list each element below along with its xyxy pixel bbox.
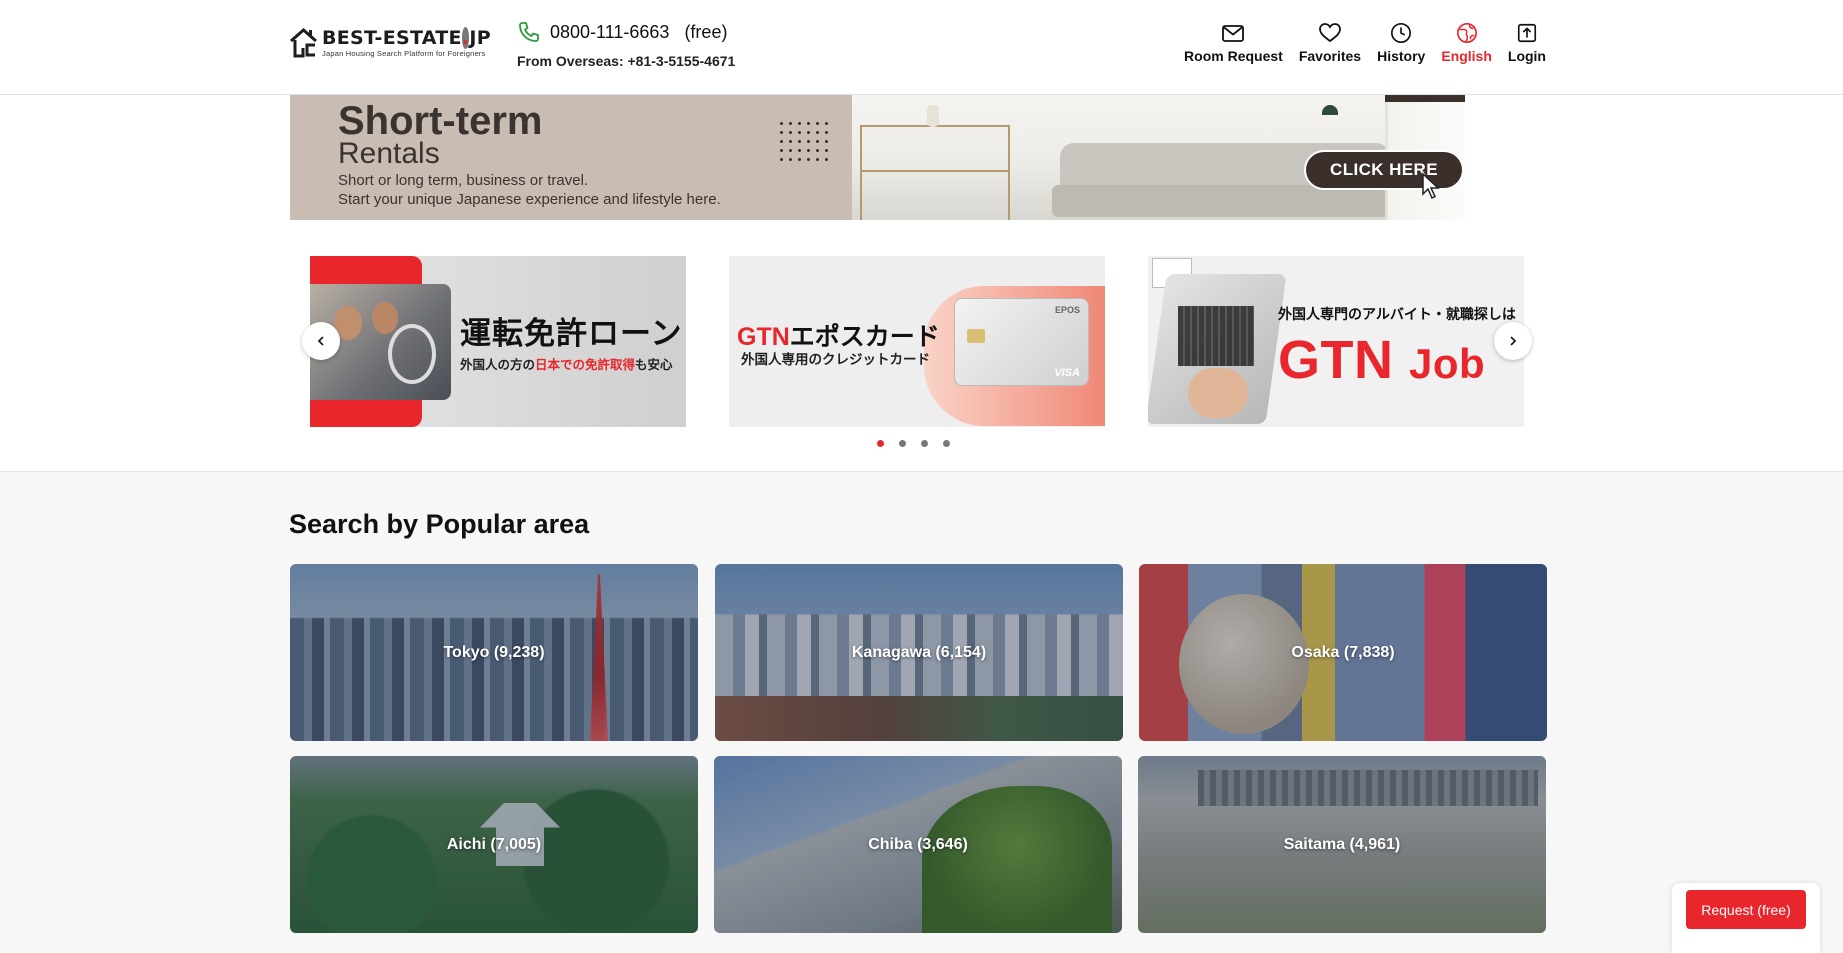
carousel-dot-2[interactable] [899,440,906,447]
house-logo-icon [290,28,317,58]
area-label: Tokyo (9,238) [443,643,545,661]
slide-subtitle: 外国人の方の日本での免許取得も安心 [460,358,673,372]
banner-subtitle: Rentals [338,137,440,170]
slide-subtitle: 外国人専門のアルバイト・就職探しは [1278,306,1516,322]
nav-language[interactable]: English [1441,22,1492,64]
carousel-pagination [877,440,950,447]
site-logo[interactable]: BEST-ESTATE.JP Japan Housing Search Plat… [289,26,491,58]
cursor-icon [1422,172,1440,200]
slide-subtitle: 外国人専用のクレジットカード [741,352,930,367]
dot-pattern-decoration [777,119,833,165]
banner-desc-2: Start your unique Japanese experience an… [338,191,721,208]
nav-room-request[interactable]: Room Request [1184,22,1283,64]
promo-carousel: 運転免許ローン 外国人の方の日本での免許取得も安心 EPOS VISA GTNエ… [310,256,1524,427]
area-label: Aichi (7,005) [446,835,542,853]
credit-card-image: EPOS VISA [954,298,1089,386]
slide-title: GTN Job [1278,330,1486,390]
floating-request-panel: Request (free) [1672,883,1820,953]
nav-favorites[interactable]: Favorites [1299,22,1361,64]
popular-area-heading: Search by Popular area [289,509,590,539]
chevron-left-icon [317,336,324,346]
area-card-chiba[interactable]: Chiba (3,646) [714,756,1122,933]
area-card-saitama[interactable]: Saitama (4,961) [1138,756,1546,933]
nav-login[interactable]: Login [1508,22,1546,64]
area-label: Kanagawa (6,154) [851,643,987,661]
short-term-rentals-banner[interactable]: Short-term Rentals Short or long term, b… [290,95,1465,220]
carousel-slide-license-loan[interactable]: 運転免許ローン 外国人の方の日本での免許取得も安心 [310,256,686,427]
area-card-aichi[interactable]: Aichi (7,005) [290,756,698,933]
carousel-dot-3[interactable] [921,440,928,447]
carousel-slide-gtn-job[interactable]: 外国人専門のアルバイト・就職探しは GTN Job [1148,256,1524,427]
phone-icon [519,22,539,42]
globe-icon [1456,23,1477,43]
area-card-tokyo[interactable]: Tokyo (9,238) [290,564,698,741]
area-label: Saitama (4,961) [1283,835,1401,853]
logo-tagline: Japan Housing Search Platform for Foreig… [322,48,486,58]
site-header: BEST-ESTATE.JP Japan Housing Search Plat… [0,0,1843,95]
carousel-slide-epos-card[interactable]: EPOS VISA GTNエポスカード 外国人専用のクレジットカード [729,256,1105,427]
contact-block: 0800-111-6663 (free) From Overseas: +81-… [517,20,736,70]
upload-icon [1517,23,1537,43]
phone-free-label: (free) [684,21,728,42]
overseas-phone: From Overseas: +81-3-5155-4671 [517,53,736,69]
banner-desc-1: Short or long term, business or travel. [338,172,589,189]
header-nav: Room Request Favorites History English L… [1184,22,1546,64]
area-label: Osaka (7,838) [1291,643,1395,661]
carousel-dot-1[interactable] [877,440,884,447]
carousel-next-button[interactable] [1494,322,1532,360]
clock-icon [1391,23,1412,43]
mail-icon [1222,25,1245,42]
phone-number[interactable]: 0800-111-6663 [550,22,669,43]
card-chip-icon [967,329,985,343]
logo-wordmark: BEST-ESTATE.JP [322,26,491,49]
nav-history[interactable]: History [1377,22,1425,64]
slide-title: 運転免許ローン [460,316,683,351]
area-label: Chiba (3,646) [868,835,968,853]
carousel-prev-button[interactable] [302,322,340,360]
carousel-dot-4[interactable] [943,440,950,447]
area-card-kanagawa[interactable]: Kanagawa (6,154) [715,564,1123,741]
heart-icon [1319,23,1341,43]
area-card-osaka[interactable]: Osaka (7,838) [1139,564,1547,741]
chevron-right-icon [1510,336,1517,346]
request-free-button[interactable]: Request (free) [1686,890,1806,929]
